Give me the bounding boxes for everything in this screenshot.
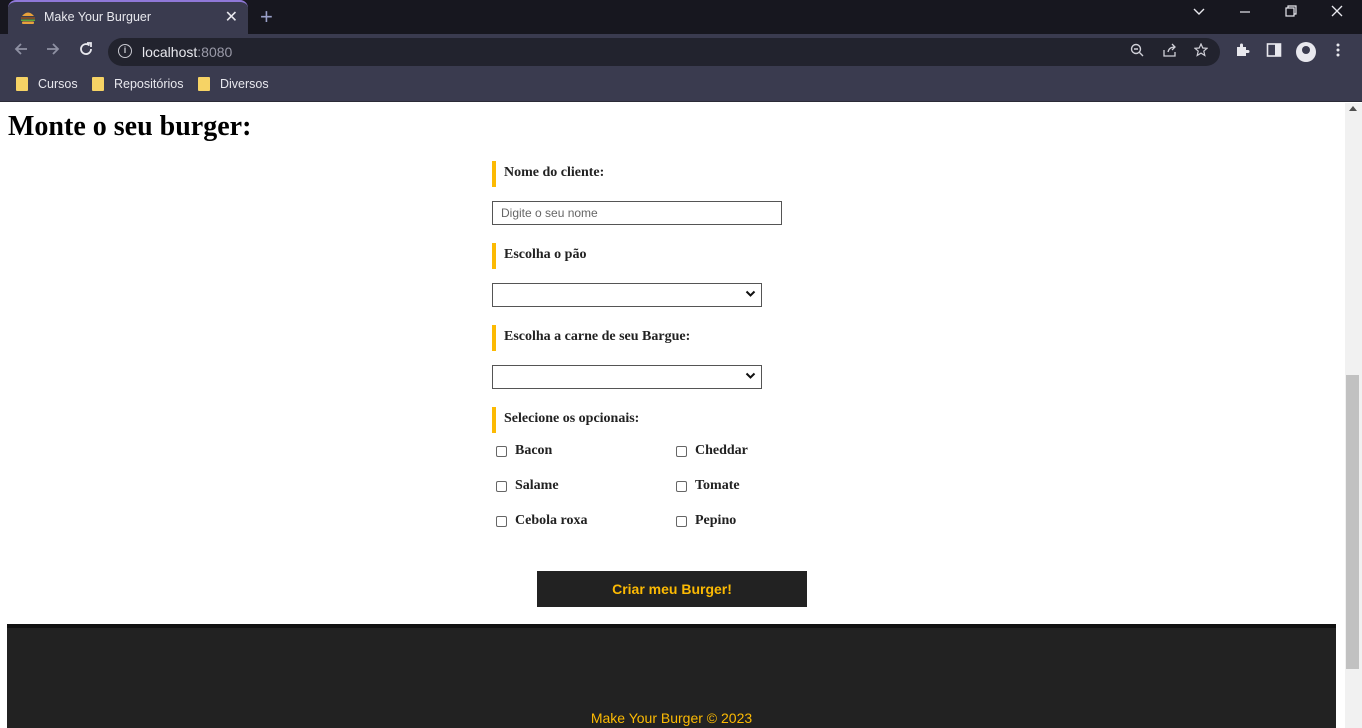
- bread-label: Escolha o pão: [492, 243, 808, 269]
- url-port: :8080: [197, 44, 233, 60]
- checkbox[interactable]: [496, 446, 507, 457]
- close-tab-icon[interactable]: ✕: [225, 7, 238, 27]
- name-input[interactable]: [492, 201, 782, 225]
- reload-icon[interactable]: [77, 40, 95, 63]
- chevron-down-icon: [745, 287, 756, 302]
- side-panel-icon[interactable]: [1266, 42, 1282, 62]
- burger-icon: [21, 12, 35, 24]
- bookmarks-bar: Cursos Repositórios Diversos: [0, 70, 1362, 102]
- checkbox[interactable]: [676, 481, 687, 492]
- optionals-label: Selecione os opcionais:: [492, 407, 808, 433]
- optional-label: Salame: [515, 478, 559, 493]
- zoom-icon[interactable]: [1130, 43, 1144, 60]
- folder-icon: [92, 77, 104, 91]
- bookmark-repositorios[interactable]: Repositórios: [92, 77, 183, 91]
- checkbox[interactable]: [676, 446, 687, 457]
- browser-toolbar: i localhost:8080: [0, 34, 1362, 70]
- tab-search-icon[interactable]: [1192, 4, 1206, 22]
- browser-tab[interactable]: Make Your Burguer ✕: [8, 0, 248, 34]
- site-info-icon[interactable]: i: [118, 44, 132, 58]
- name-label: Nome do cliente:: [492, 161, 808, 187]
- extensions-icon[interactable]: [1234, 42, 1250, 62]
- scrollbar-thumb[interactable]: [1346, 375, 1359, 669]
- bookmark-star-icon[interactable]: [1193, 42, 1209, 60]
- bookmark-cursos[interactable]: Cursos: [16, 77, 78, 91]
- url-host: localhost: [142, 44, 198, 60]
- back-icon[interactable]: [12, 40, 30, 63]
- folder-icon: [198, 77, 210, 91]
- tab-title: Make Your Burguer: [44, 10, 152, 24]
- bookmark-label: Repositórios: [114, 77, 184, 91]
- new-tab-button[interactable]: +: [260, 4, 273, 30]
- share-icon[interactable]: [1162, 43, 1178, 60]
- burger-form: Nome do cliente: Escolha o pão Escolha a…: [492, 161, 808, 548]
- chevron-down-icon: [745, 369, 756, 384]
- minimize-icon[interactable]: [1238, 4, 1252, 22]
- footer: Make Your Burger © 2023: [7, 624, 1336, 728]
- page-viewport: Monte o seu burger: Nome do cliente: Esc…: [0, 103, 1345, 728]
- page-title: Monte o seu burger:: [8, 111, 252, 142]
- optional-label: Tomate: [695, 478, 740, 493]
- bookmark-label: Diversos: [220, 77, 269, 91]
- close-window-icon[interactable]: [1330, 4, 1344, 22]
- folder-icon: [16, 77, 28, 91]
- profile-avatar-icon[interactable]: [1296, 42, 1316, 62]
- footer-text: Make Your Burger © 2023: [590, 710, 753, 726]
- optionals-group: Bacon Cheddar Salame Tomate Cebola roxa …: [492, 443, 808, 548]
- checkbox[interactable]: [496, 481, 507, 492]
- browser-tab-bar: Make Your Burguer ✕ +: [0, 0, 1362, 34]
- restore-icon[interactable]: [1284, 4, 1298, 22]
- bread-select[interactable]: [492, 283, 762, 307]
- optional-label: Cebola roxa: [515, 513, 588, 528]
- url-text[interactable]: localhost:8080: [142, 44, 232, 60]
- meat-select[interactable]: [492, 365, 762, 389]
- bookmark-label: Cursos: [38, 77, 78, 91]
- address-bar[interactable]: i localhost:8080: [108, 38, 1220, 66]
- forward-icon[interactable]: [44, 40, 62, 63]
- checkbox[interactable]: [496, 516, 507, 527]
- optional-label: Cheddar: [695, 443, 748, 458]
- meat-label: Escolha a carne de seu Bargue:: [492, 325, 808, 351]
- create-burger-button[interactable]: Criar meu Burger!: [537, 571, 807, 607]
- menu-icon[interactable]: [1332, 42, 1344, 62]
- checkbox[interactable]: [676, 516, 687, 527]
- vertical-scrollbar[interactable]: [1345, 103, 1362, 728]
- optional-label: Bacon: [515, 443, 553, 458]
- bookmark-diversos[interactable]: Diversos: [198, 77, 269, 91]
- scroll-up-icon[interactable]: [1349, 106, 1357, 111]
- optional-label: Pepino: [695, 513, 737, 528]
